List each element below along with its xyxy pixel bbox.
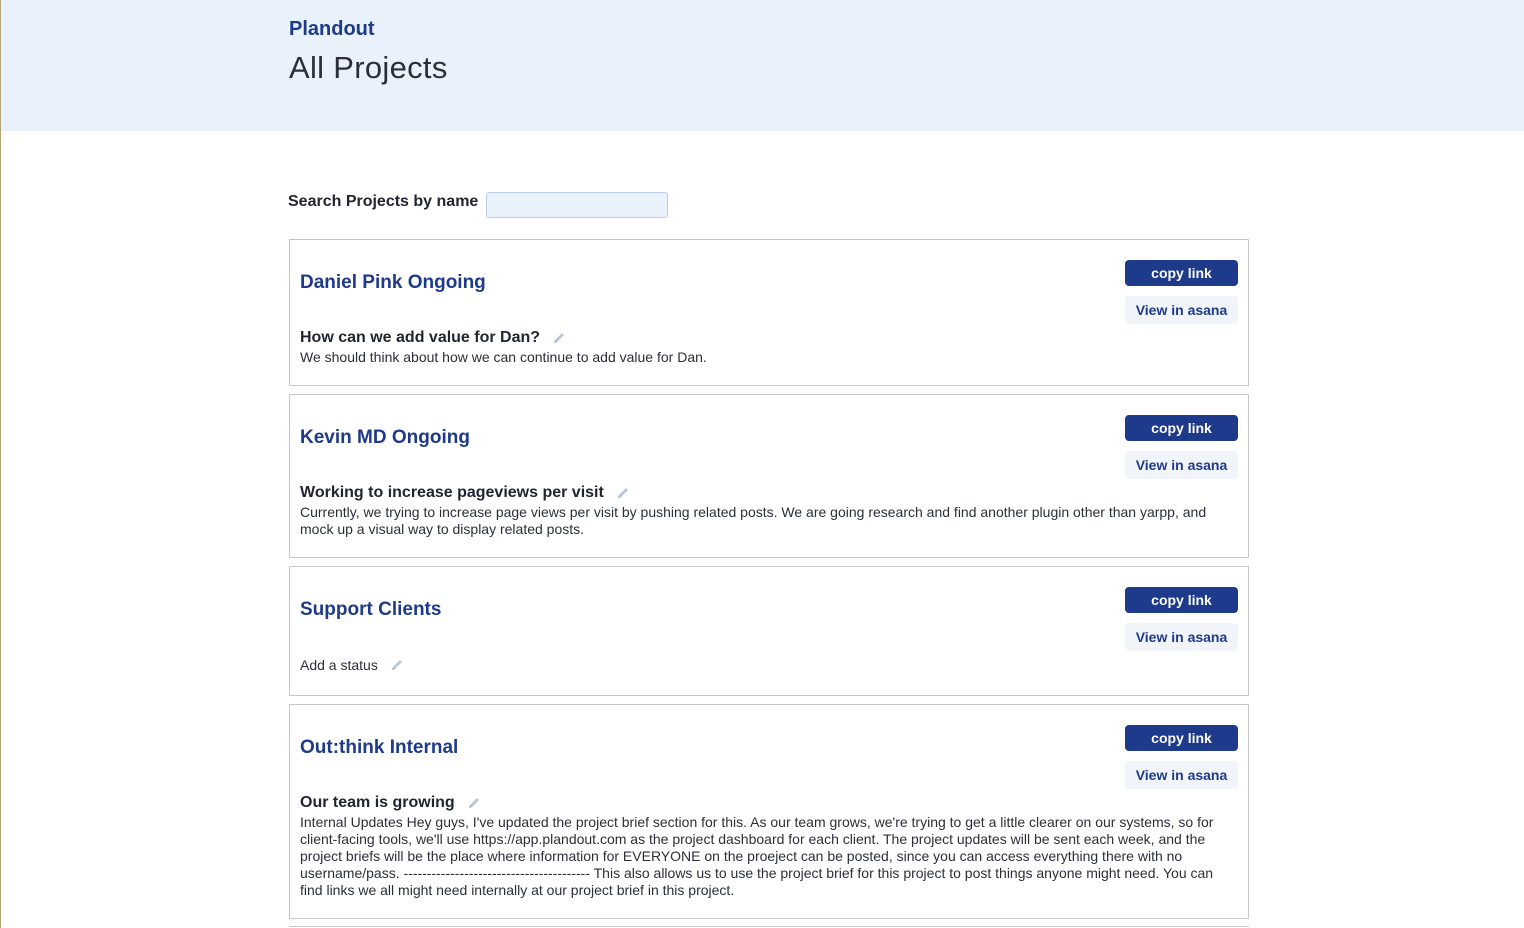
project-title[interactable]: Kevin MD Ongoing — [300, 427, 470, 449]
status-header: Add a status — [300, 657, 404, 673]
view-in-asana-button[interactable]: View in asana — [1125, 296, 1238, 324]
status-title: Working to increase pageviews per visit — [300, 484, 604, 501]
status-header: Working to increase pageviews per visit — [300, 484, 630, 502]
copy-link-button[interactable]: copy link — [1125, 725, 1238, 751]
project-card: Support Clients copy link View in asana … — [289, 566, 1249, 696]
view-in-asana-button[interactable]: View in asana — [1125, 761, 1238, 789]
pencil-icon[interactable] — [616, 486, 630, 500]
status-description: We should think about how we can continu… — [300, 349, 707, 365]
copy-link-button[interactable]: copy link — [1125, 587, 1238, 613]
brand-logo-text[interactable]: Plandout — [289, 18, 375, 41]
project-card: Out:think Internal copy link View in asa… — [289, 704, 1249, 919]
add-status-link[interactable]: Add a status — [300, 657, 378, 673]
copy-link-button[interactable]: copy link — [1125, 415, 1238, 441]
status-header: How can we add value for Dan? — [300, 329, 566, 347]
project-title[interactable]: Out:think Internal — [300, 737, 458, 759]
search-row: Search Projects by name — [288, 191, 669, 219]
pencil-icon[interactable] — [467, 796, 481, 810]
window-edge — [0, 0, 1, 928]
pencil-icon[interactable] — [552, 331, 566, 345]
project-card: Daniel Pink Ongoing copy link View in as… — [289, 239, 1249, 386]
status-description: Internal Updates Hey guys, I've updated … — [300, 814, 1214, 898]
status-header: Our team is growing — [300, 794, 481, 812]
view-in-asana-button[interactable]: View in asana — [1125, 451, 1238, 479]
page-title: All Projects — [289, 50, 448, 85]
project-title[interactable]: Daniel Pink Ongoing — [300, 272, 486, 294]
search-label: Search Projects by name — [288, 193, 479, 210]
search-input[interactable] — [486, 192, 669, 218]
copy-link-button[interactable]: copy link — [1125, 260, 1238, 286]
status-title: Our team is growing — [300, 794, 455, 811]
pencil-icon[interactable] — [390, 658, 404, 672]
status-description: Currently, we trying to increase page vi… — [300, 504, 1207, 537]
view-in-asana-button[interactable]: View in asana — [1125, 623, 1238, 651]
status-title: How can we add value for Dan? — [300, 329, 541, 346]
project-title[interactable]: Support Clients — [300, 599, 441, 621]
page-header: Plandout All Projects — [1, 0, 1524, 131]
project-card: Kevin MD Ongoing copy link View in asana… — [289, 394, 1249, 558]
